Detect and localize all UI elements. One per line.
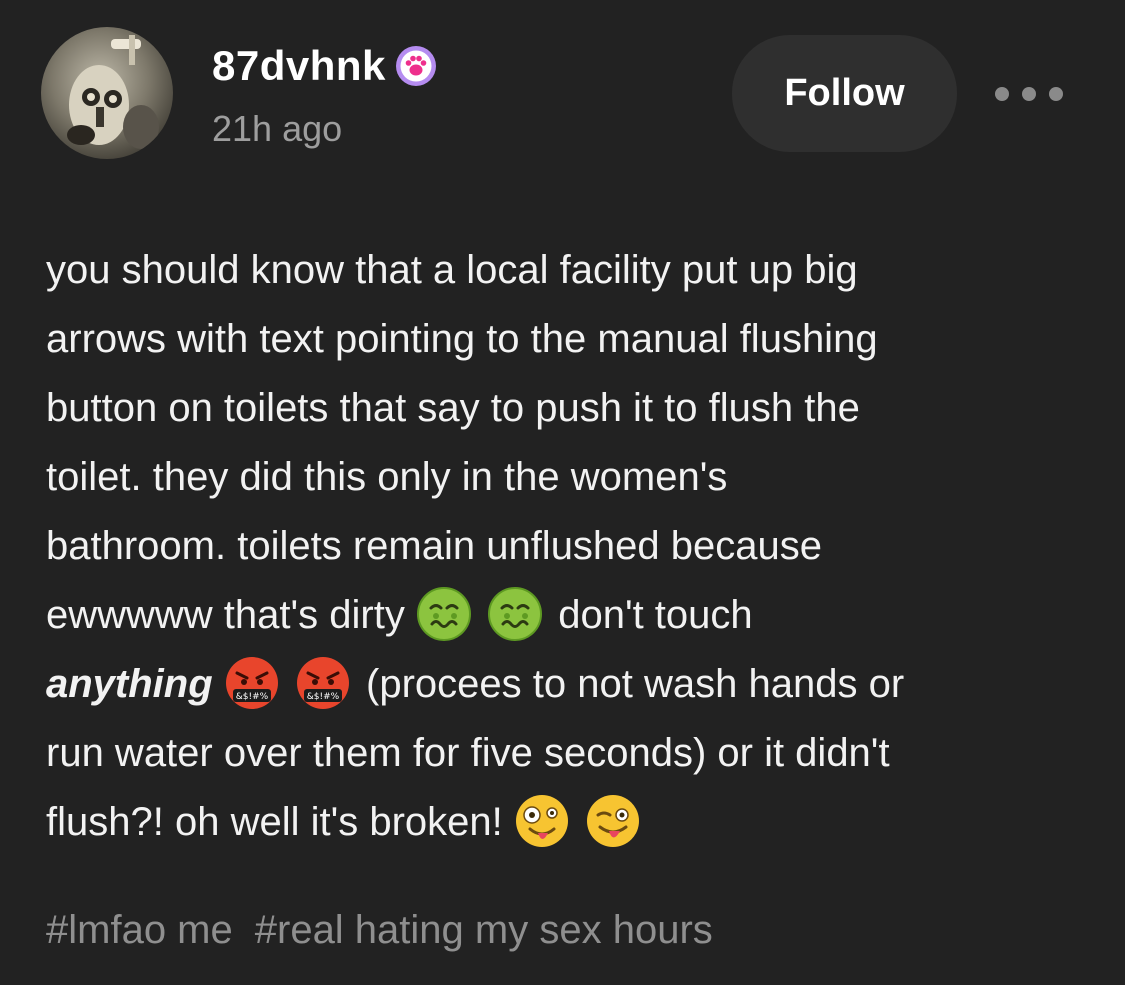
follow-button[interactable]: Follow (732, 35, 957, 152)
cursing-face-emoji: &$!#% (295, 655, 351, 711)
more-dot (995, 87, 1009, 101)
post-text-line: anything &$!#% &$!#% (procees to not was… (46, 650, 1096, 719)
post-header: 87dvhnk 21h ago Follow (0, 0, 1125, 200)
svg-text:&$!#%: &$!#% (307, 692, 340, 702)
post-text-segment: flush?! oh well it's broken! (46, 800, 503, 844)
post-text-line: bathroom. toilets remain unflushed becau… (46, 524, 823, 568)
post-text-line: arrows with text pointing to the manual … (46, 317, 878, 361)
cursing-face-emoji: &$!#% (224, 655, 280, 711)
post-text-line: toilet. they did this only in the women'… (46, 455, 728, 499)
post-text-line: button on toilets that say to push it to… (46, 386, 860, 430)
post-text-segment: don't touch (558, 593, 753, 637)
post-text-segment: (procees to not wash hands or (366, 662, 905, 706)
svg-text:&$!#%: &$!#% (236, 692, 269, 702)
more-dot (1022, 87, 1036, 101)
more-icon[interactable] (995, 80, 1063, 108)
post-timestamp: 21h ago (212, 108, 343, 149)
avatar[interactable] (41, 27, 173, 159)
author-username[interactable]: 87dvhnk (212, 42, 386, 90)
avatar-image (67, 35, 159, 149)
paw-icon (394, 44, 438, 88)
tag-link[interactable]: #lmfao me (46, 908, 233, 953)
tag-list: #lmfao me #real hating my sex hours (46, 900, 713, 960)
post-text-line: you should know that a local facility pu… (46, 248, 858, 292)
nauseated-face-emoji (487, 586, 543, 642)
more-dot (1049, 87, 1063, 101)
nauseated-face-emoji (416, 586, 472, 642)
post-text-line: flush?! oh well it's broken! (46, 788, 1096, 857)
post-text-line: run water over them for five seconds) or… (46, 731, 890, 775)
tag-link[interactable]: #real hating my sex hours (255, 908, 713, 953)
author-row: 87dvhnk (212, 38, 438, 94)
post-text-line: ewwwww that's dirty don't touch (46, 581, 1096, 650)
post-text-segment: ewwwww that's dirty (46, 593, 405, 637)
post-text-emphasis: anything (46, 662, 213, 706)
post-body: you should know that a local facility pu… (46, 236, 1096, 857)
zany-face-emoji (514, 793, 570, 849)
winking-tongue-emoji (585, 793, 641, 849)
